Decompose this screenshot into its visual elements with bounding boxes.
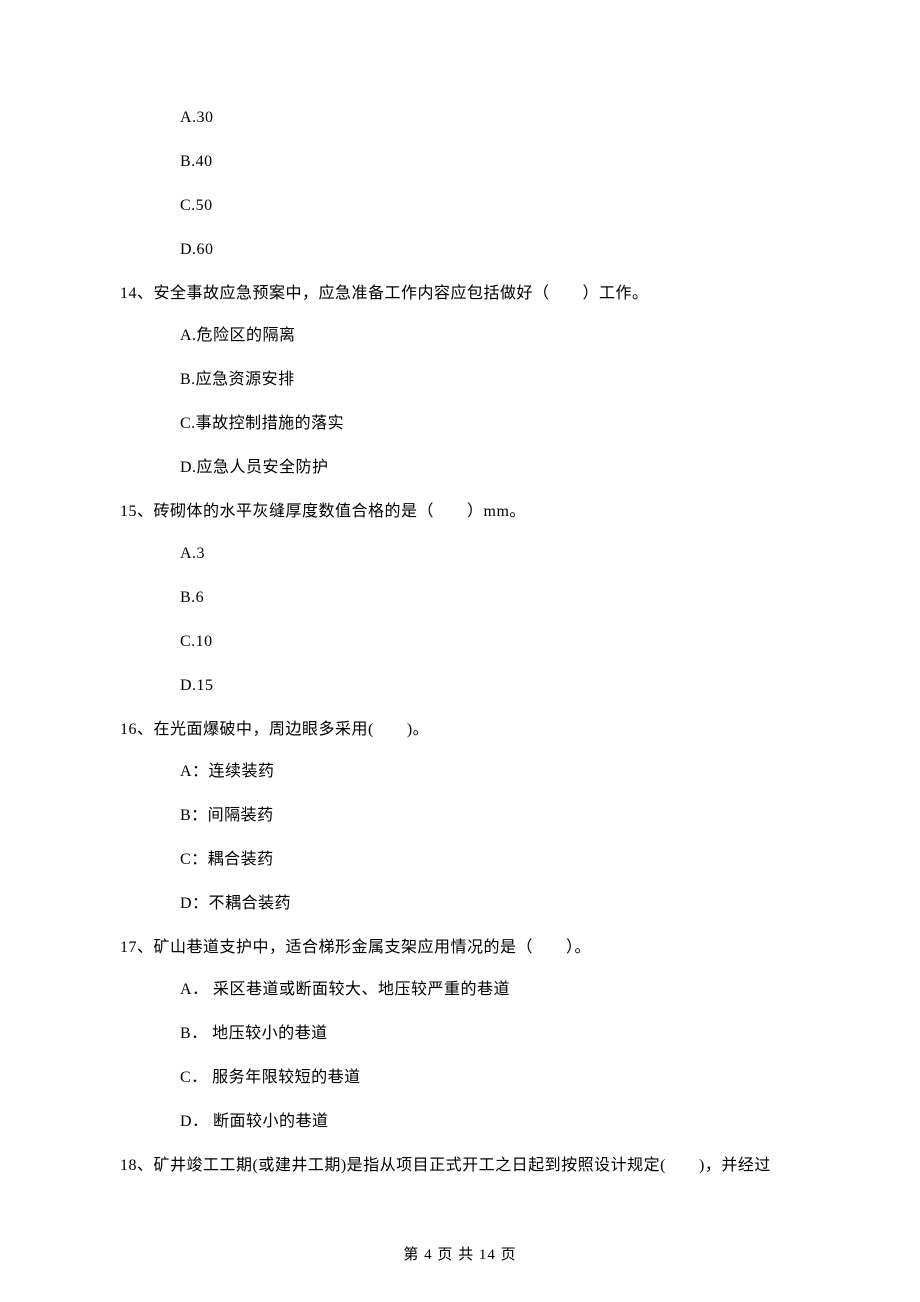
q13-option-b: B.40 [180,154,800,170]
q14-option-b: B.应急资源安排 [180,372,800,388]
q14-option-c: C.事故控制措施的落实 [180,416,800,432]
q13-option-c: C.50 [180,198,800,214]
q16-option-a: A：连续装药 [180,764,800,780]
q16-option-c: C：耦合装药 [180,852,800,868]
q13-option-d: D.60 [180,242,800,258]
q17-option-c: C． 服务年限较短的巷道 [180,1070,800,1086]
q15-option-b: B.6 [180,590,800,606]
q13-option-a: A.30 [180,110,800,126]
q17-option-b: B． 地压较小的巷道 [180,1026,800,1042]
q17-option-d: D． 断面较小的巷道 [180,1114,800,1130]
q15-option-d: D.15 [180,678,800,694]
page-footer: 第 4 页 共 14 页 [0,1243,920,1264]
q17-option-a: A． 采区巷道或断面较大、地压较严重的巷道 [180,982,800,998]
q17-text: 17、矿山巷道支护中，适合梯形金属支架应用情况的是（ ）。 [120,940,800,956]
q16-text: 16、在光面爆破中，周边眼多采用( )。 [120,722,800,738]
q15-text: 15、砖砌体的水平灰缝厚度数值合格的是（ ）mm。 [120,504,800,520]
page: A.30 B.40 C.50 D.60 14、安全事故应急预案中，应急准备工作内… [0,0,920,1302]
q14-option-d: D.应急人员安全防护 [180,460,800,476]
q15-option-a: A.3 [180,546,800,562]
q18-text: 18、矿井竣工工期(或建井工期)是指从项目正式开工之日起到按照设计规定( )，并… [120,1158,800,1174]
q15-option-c: C.10 [180,634,800,650]
q16-option-b: B：间隔装药 [180,808,800,824]
q14-text: 14、安全事故应急预案中，应急准备工作内容应包括做好（ ）工作。 [120,286,800,302]
q16-option-d: D：不耦合装药 [180,896,800,912]
q14-option-a: A.危险区的隔离 [180,328,800,344]
